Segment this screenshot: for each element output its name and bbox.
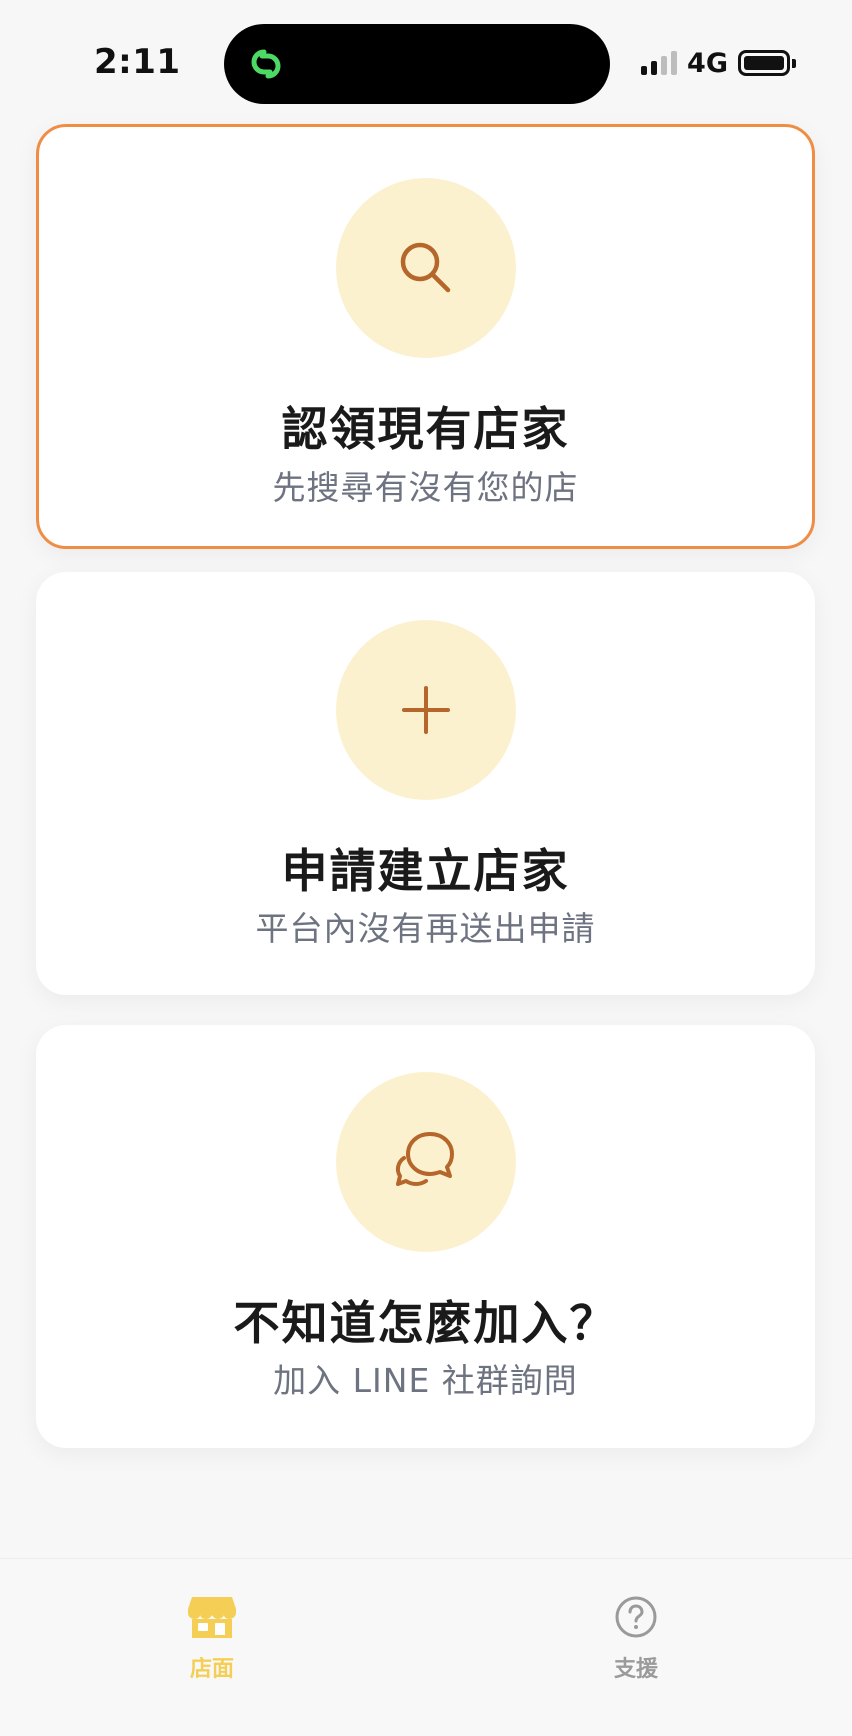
create-store-subtitle: 平台內沒有再送出申請 [255, 909, 596, 948]
status-bar: 2:11 4G [0, 0, 852, 120]
help-circle-icon [615, 1596, 657, 1638]
status-time: 2:11 [94, 42, 181, 82]
status-indicators: 4G [641, 46, 796, 80]
tab-store-label: 店面 [189, 1657, 234, 1682]
chat-bubbles-icon [395, 1132, 454, 1186]
battery-icon [738, 50, 796, 76]
create-store-icon-circle [335, 620, 516, 800]
tab-support[interactable]: 支援 [566, 1593, 706, 1683]
plus-icon [401, 686, 450, 734]
search-icon [400, 242, 450, 293]
claim-store-title: 認領現有店家 [281, 402, 570, 456]
claim-store-subtitle: 先搜尋有沒有您的店 [272, 468, 579, 507]
screen: 2:11 4G 認領現有店家 先搜尋有沒有您的店 申請建立店家 平台內沒有再送出… [0, 0, 852, 1736]
tab-store[interactable]: 店面 [142, 1593, 282, 1683]
tab-bar: 店面 支援 [0, 1558, 852, 1736]
dynamic-island [224, 24, 610, 104]
create-store-card[interactable]: 申請建立店家 平台內沒有再送出申請 [36, 572, 815, 995]
join-help-title: 不知道怎麼加入？ [233, 1296, 618, 1350]
tab-support-label: 支援 [613, 1657, 658, 1682]
join-help-card[interactable]: 不知道怎麼加入？ 加入 LINE 社群詢問 [36, 1025, 815, 1448]
linked-rings-icon [251, 49, 281, 79]
signal-strength-icon [641, 51, 678, 75]
claim-store-icon-circle [335, 178, 516, 358]
join-help-icon-circle [335, 1072, 516, 1252]
storefront-icon [188, 1597, 236, 1638]
create-store-title: 申請建立店家 [281, 844, 570, 898]
claim-store-card[interactable]: 認領現有店家 先搜尋有沒有您的店 [36, 124, 815, 549]
network-type: 4G [687, 47, 728, 79]
join-help-subtitle: 加入 LINE 社群詢問 [273, 1361, 578, 1400]
